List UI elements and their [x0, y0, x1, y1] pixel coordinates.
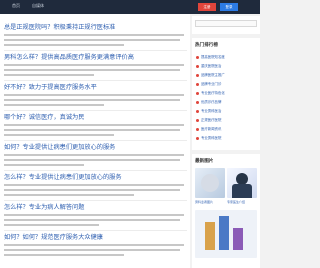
bar-shape [233, 228, 243, 250]
bar-shape [219, 216, 229, 250]
bullet-icon [196, 110, 199, 113]
divider [4, 110, 187, 111]
sidebar-item[interactable]: 专业男科医院 [196, 135, 256, 141]
article-list: 总是正规医院吗？积极秉持正规行医标准 男科怎么样？提供高品质医疗服务更满意评价高… [0, 14, 190, 268]
thumbnail-image[interactable] [195, 210, 257, 258]
text-line [4, 64, 184, 67]
sidebar-item[interactable]: 提高医院知名度 [196, 54, 256, 60]
text-line [4, 164, 84, 167]
bullet-icon [196, 56, 199, 59]
latest-images-block: 最新图片 男科患者图片 专家医生介绍 [192, 154, 260, 268]
sidebar-item[interactable]: 重庆医院医治 [196, 63, 256, 69]
image-placeholder [201, 174, 219, 192]
divider [4, 230, 187, 231]
text-line [4, 154, 184, 157]
sidebar-search-block [192, 16, 260, 34]
divider [4, 80, 187, 81]
text-line [4, 159, 180, 162]
text-line [4, 249, 180, 252]
text-line [4, 224, 99, 227]
divider [4, 140, 187, 141]
sidebar-item[interactable]: 品牌专业门诊 [196, 81, 256, 87]
divider [4, 200, 187, 201]
latest-images-title: 最新图片 [195, 159, 214, 164]
text-line [4, 99, 180, 102]
thumbnail-image[interactable] [195, 168, 225, 198]
thumbnail-image[interactable] [227, 168, 257, 198]
sidebar-item[interactable]: 医疗新闻资讯 [196, 126, 256, 132]
article-title[interactable]: 总是正规医院吗？积极秉持正规行医标准 [4, 22, 115, 31]
top-bar: 首页 自媒体 注册 登录 [0, 0, 260, 14]
text-line [4, 254, 124, 257]
article-title[interactable]: 如何？如何？规范医疗服务大众健康 [4, 232, 103, 241]
bullet-icon [196, 137, 199, 140]
text-line [4, 124, 184, 127]
text-line [4, 44, 124, 47]
text-line [4, 129, 180, 132]
article-title[interactable]: 怎么样？专业为病人解答问题 [4, 202, 84, 211]
text-line [4, 69, 180, 72]
thumbnail-caption[interactable]: 男科患者图片 [195, 200, 213, 204]
text-line [4, 244, 184, 247]
sidebar-item[interactable]: 品牌医院主推广 [196, 72, 256, 78]
register-button[interactable]: 注册 [198, 3, 216, 11]
article-title[interactable]: 好不好？致力于提高医疗服务水平 [4, 82, 97, 91]
person-body-shape [232, 184, 252, 198]
article-title[interactable]: 如何？专业提供让病患们更加放心的服务 [4, 142, 115, 151]
bullet-icon [196, 119, 199, 122]
sidebar-item[interactable]: 正规医疗医院 [196, 117, 256, 123]
bullet-icon [196, 65, 199, 68]
nav-home-link[interactable]: 首页 [12, 3, 20, 9]
text-line [4, 184, 184, 187]
text-line [4, 134, 114, 137]
text-line [4, 104, 104, 107]
hot-list-title: 热门排行榜 [195, 43, 218, 48]
text-line [4, 219, 180, 222]
text-line [4, 94, 184, 97]
login-button[interactable]: 登录 [220, 3, 238, 11]
text-line [4, 189, 180, 192]
right-sidebar: 热门排行榜 提高医院知名度 重庆医院医治 品牌医院主推广 品牌专业门诊 专业医疗… [192, 14, 260, 268]
sidebar-item[interactable]: 优质诊疗品牌 [196, 99, 256, 105]
hot-list-block: 热门排行榜 提高医院知名度 重庆医院医治 品牌医院主推广 品牌专业门诊 专业医疗… [192, 38, 260, 150]
nav-media-link[interactable]: 自媒体 [32, 3, 44, 9]
text-line [4, 194, 134, 197]
divider [4, 170, 187, 171]
text-line [4, 214, 184, 217]
text-line [4, 39, 180, 42]
bar-shape [205, 222, 215, 250]
article-title[interactable]: 怎么样？专业提供让病患们更加放心的服务 [4, 172, 122, 181]
bullet-icon [196, 101, 199, 104]
bullet-icon [196, 128, 199, 131]
sidebar-item[interactable]: 专业医疗特色化 [196, 90, 256, 96]
divider [4, 50, 187, 51]
text-line [4, 34, 184, 37]
article-title[interactable]: 哪个好？诚信医疗，真诚为民 [4, 112, 84, 121]
bullet-icon [196, 92, 199, 95]
sidebar-item[interactable]: 专业男科医治 [196, 108, 256, 114]
bullet-icon [196, 74, 199, 77]
thumbnail-caption[interactable]: 专家医生介绍 [227, 200, 245, 204]
text-line [4, 74, 94, 77]
article-title[interactable]: 男科怎么样？提供高品质医疗服务更满意评价高 [4, 52, 134, 61]
search-input[interactable] [195, 20, 257, 27]
bullet-icon [196, 83, 199, 86]
